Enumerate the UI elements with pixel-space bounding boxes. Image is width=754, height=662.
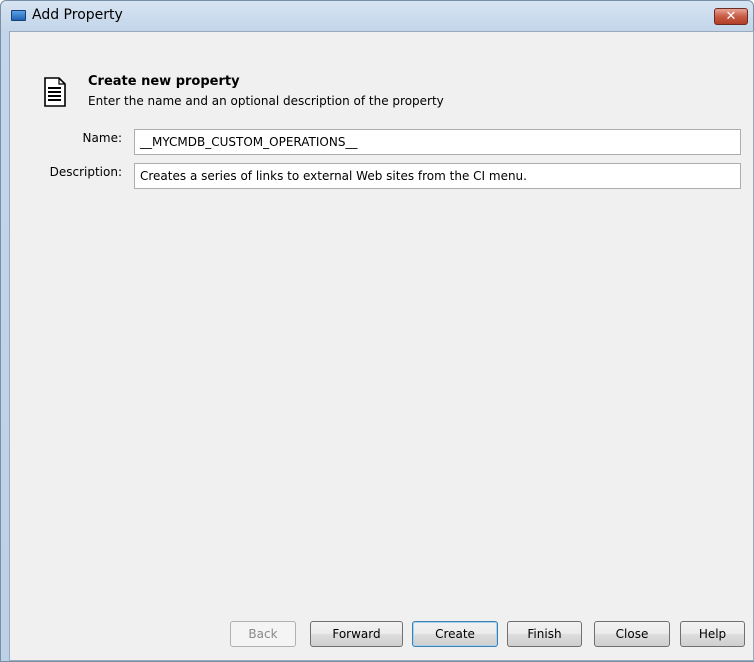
close-window-button[interactable]: ✕ (714, 8, 748, 25)
create-button[interactable]: Create (412, 621, 498, 647)
help-button[interactable]: Help (680, 621, 745, 647)
forward-button[interactable]: Forward (310, 621, 403, 647)
document-icon (44, 77, 66, 107)
window-title: Add Property (32, 7, 123, 23)
description-label: Description: (49, 165, 122, 179)
header-subtitle: Enter the name and an optional descripti… (88, 94, 444, 108)
dialog-content (9, 31, 754, 661)
title-bar[interactable]: Add Property ✕ (1, 1, 753, 31)
close-button[interactable]: Close (594, 621, 670, 647)
name-field[interactable]: __MYCMDB_CUSTOM_OPERATIONS__ (134, 129, 741, 155)
description-field[interactable]: Creates a series of links to external We… (134, 163, 741, 189)
finish-button[interactable]: Finish (507, 621, 582, 647)
window-icon (11, 10, 26, 21)
header-title: Create new property (88, 74, 240, 89)
name-label: Name: (82, 131, 122, 145)
back-button[interactable]: Back (230, 621, 296, 647)
